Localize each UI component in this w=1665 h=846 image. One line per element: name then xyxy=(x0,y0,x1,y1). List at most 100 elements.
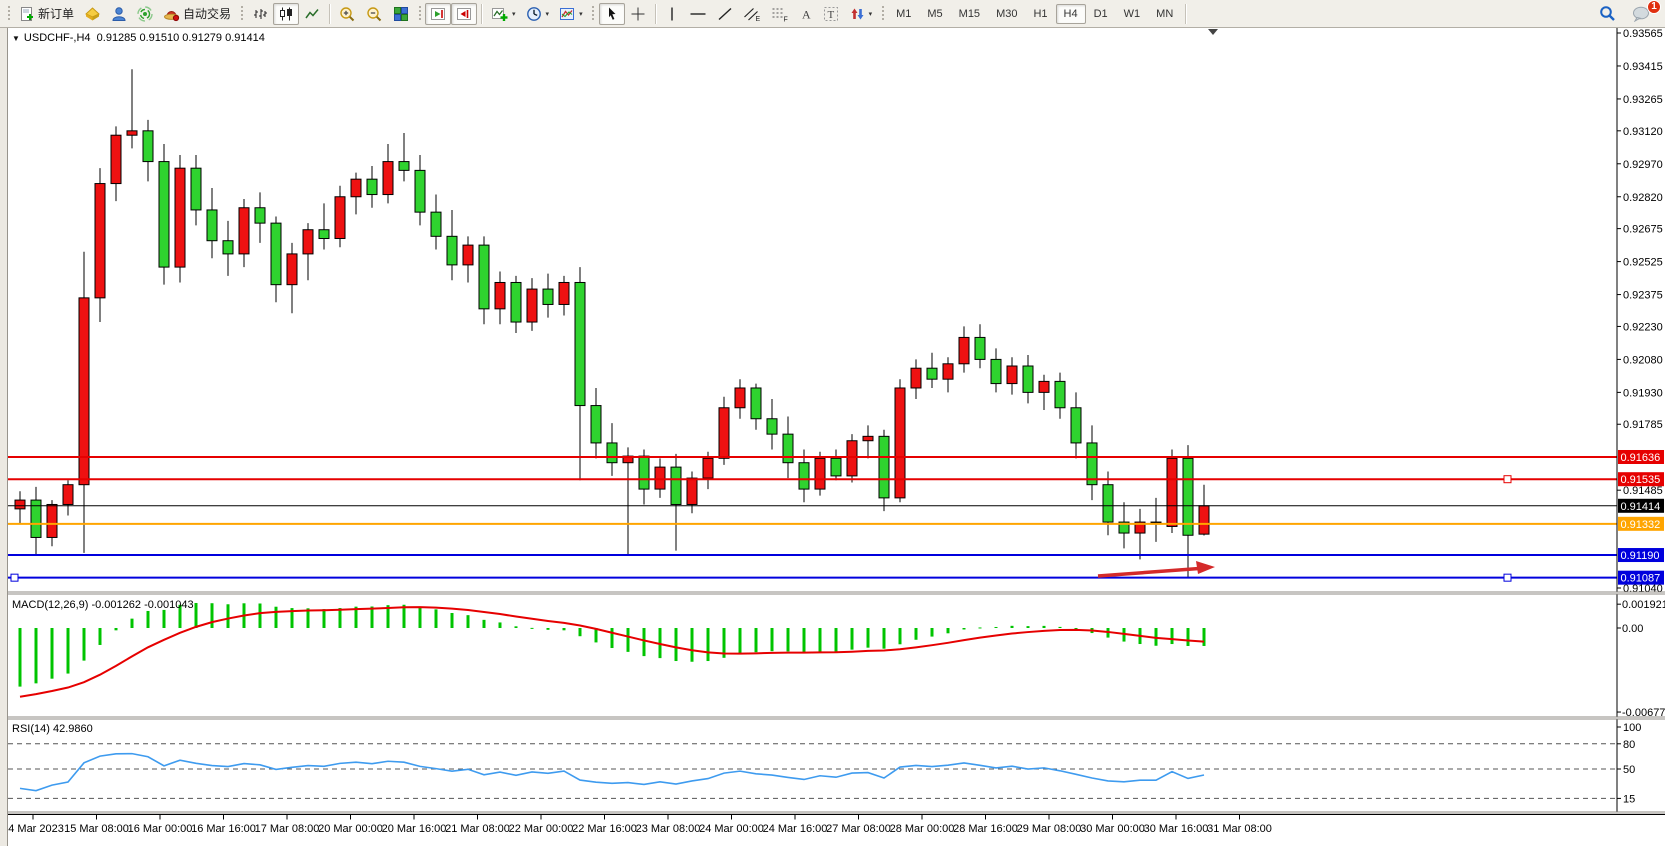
fibonacci-icon: F xyxy=(771,6,789,22)
timeframe-button-M30[interactable]: M30 xyxy=(988,4,1025,24)
notification-badge: 1 xyxy=(1647,0,1661,14)
rsi-panel[interactable]: 100805015 xyxy=(8,722,1641,805)
autotrade-label: 自动交易 xyxy=(183,5,231,22)
chart-canvas[interactable]: 0.916360.915350.914140.913320.911900.910… xyxy=(8,28,1665,846)
search-button[interactable] xyxy=(1594,3,1621,25)
svg-text:23 Mar 08:00: 23 Mar 08:00 xyxy=(636,823,701,835)
candlestick-chart-button[interactable] xyxy=(273,3,299,25)
toolbar-grip[interactable] xyxy=(6,5,11,23)
line-handle[interactable] xyxy=(1504,574,1511,581)
timeframe-button-H4[interactable]: H4 xyxy=(1056,4,1086,24)
rsi-indicator-title: RSI(14) 42.9860 xyxy=(12,723,93,735)
svg-text:22 Mar 16:00: 22 Mar 16:00 xyxy=(572,823,637,835)
add-indicator-button[interactable]: ▾ xyxy=(486,3,521,25)
svg-text:0.92375: 0.92375 xyxy=(1623,290,1663,302)
line-handle[interactable] xyxy=(11,574,18,581)
cursor-button[interactable] xyxy=(599,3,625,25)
timeframe-button-M15[interactable]: M15 xyxy=(951,4,988,24)
person-icon xyxy=(111,6,127,22)
svg-text:0.91785: 0.91785 xyxy=(1623,419,1663,431)
macd-panel[interactable]: 0.0019210.00-0.006777 xyxy=(19,599,1665,719)
arrows-tool-button[interactable]: ▾ xyxy=(844,3,878,25)
svg-text:100: 100 xyxy=(1623,722,1641,734)
new-order-button[interactable]: 新订单 xyxy=(14,3,79,25)
svg-text:0.91485: 0.91485 xyxy=(1623,485,1663,497)
promo-button[interactable] xyxy=(79,3,106,25)
signal-icon xyxy=(137,6,153,22)
candlestick-chart-icon xyxy=(278,6,294,22)
price-line-0.91332[interactable]: 0.91332 xyxy=(8,517,1664,531)
svg-text:16 Mar 00:00: 16 Mar 00:00 xyxy=(128,823,193,835)
fibonacci-tool-button[interactable]: F xyxy=(766,3,794,25)
svg-text:27 Mar 08:00: 27 Mar 08:00 xyxy=(826,823,891,835)
svg-text:0.91332: 0.91332 xyxy=(1621,519,1661,531)
window-edge xyxy=(0,28,8,846)
line-chart-button[interactable] xyxy=(299,3,325,25)
tile-windows-button[interactable] xyxy=(388,3,414,25)
timeframe-button-M1[interactable]: M1 xyxy=(888,4,919,24)
timeframe-button-H1[interactable]: H1 xyxy=(1025,4,1055,24)
svg-text:29 Mar 08:00: 29 Mar 08:00 xyxy=(1017,823,1082,835)
channel-tool-button[interactable]: E xyxy=(738,3,766,25)
templates-button[interactable]: ▾ xyxy=(554,3,588,25)
timeframe-button-W1[interactable]: W1 xyxy=(1116,4,1149,24)
toolbar-grip[interactable] xyxy=(417,5,422,23)
vertical-line-icon xyxy=(666,6,678,22)
svg-text:17 Mar 08:00: 17 Mar 08:00 xyxy=(255,823,320,835)
svg-text:28 Mar 16:00: 28 Mar 16:00 xyxy=(953,823,1018,835)
periods-button[interactable]: ▾ xyxy=(521,3,555,25)
bar-chart-icon xyxy=(252,6,268,22)
crosshair-button[interactable] xyxy=(625,3,651,25)
signals-button[interactable] xyxy=(132,3,158,25)
rsi-line xyxy=(20,754,1204,791)
svg-text:0.91414: 0.91414 xyxy=(1621,501,1661,513)
bar-chart-button[interactable] xyxy=(247,3,273,25)
toolbar-grip[interactable] xyxy=(591,5,596,23)
text-icon: A xyxy=(799,6,813,22)
time-axis[interactable]: 14 Mar 202315 Mar 08:0016 Mar 00:0016 Ma… xyxy=(8,815,1665,836)
line-handle[interactable] xyxy=(1504,476,1511,483)
zoom-in-button[interactable] xyxy=(334,3,361,25)
text-label-tool-button[interactable]: T xyxy=(818,3,844,25)
timeframe-button-D1[interactable]: D1 xyxy=(1086,4,1116,24)
price-scale[interactable]: 0.935650.934150.932650.931200.929700.928… xyxy=(1617,28,1663,815)
toolbar-grip[interactable] xyxy=(880,5,885,23)
trendline-tool-button[interactable] xyxy=(712,3,738,25)
price-line-0.91087[interactable]: 0.91087 xyxy=(8,571,1664,585)
svg-text:E: E xyxy=(755,16,760,22)
horizontal-line-tool-button[interactable] xyxy=(684,3,712,25)
svg-text:22 Mar 00:00: 22 Mar 00:00 xyxy=(509,823,574,835)
svg-text:0.91190: 0.91190 xyxy=(1621,550,1660,562)
chart-shift-marker[interactable] xyxy=(1208,29,1218,35)
price-line-0.91414[interactable]: 0.91414 xyxy=(8,499,1664,513)
toolbar-grip[interactable] xyxy=(239,5,244,23)
price-line-0.91190[interactable]: 0.91190 xyxy=(8,548,1664,562)
text-tool-button[interactable]: A xyxy=(794,3,818,25)
chevron-down-icon: ▾ xyxy=(512,10,516,18)
svg-text:15: 15 xyxy=(1623,793,1635,805)
svg-text:20 Mar 00:00: 20 Mar 00:00 xyxy=(318,823,383,835)
zoom-in-icon xyxy=(339,6,356,22)
chat-button[interactable]: 1 xyxy=(1627,3,1656,25)
new-order-label: 新订单 xyxy=(38,5,74,22)
autotrade-button[interactable]: 自动交易 xyxy=(158,3,236,25)
trend-arrow-annotation[interactable] xyxy=(1098,561,1215,576)
chart-shift-button[interactable] xyxy=(451,3,477,25)
symbol-dropdown-icon[interactable]: ▼ xyxy=(12,34,20,43)
svg-text:24 Mar 00:00: 24 Mar 00:00 xyxy=(699,823,764,835)
community-button[interactable] xyxy=(106,3,132,25)
timeframe-button-M5[interactable]: M5 xyxy=(919,4,950,24)
vertical-line-tool-button[interactable] xyxy=(660,3,684,25)
timeframe-button-MN[interactable]: MN xyxy=(1148,4,1181,24)
workspace: 0.916360.915350.914140.913320.911900.910… xyxy=(0,28,1665,846)
svg-text:0.93120: 0.93120 xyxy=(1623,126,1663,138)
svg-text:A: A xyxy=(802,7,811,21)
chart-ohlc-text: USDCHF-,H4 0.91285 0.91510 0.91279 0.914… xyxy=(24,32,265,44)
svg-text:0.93415: 0.93415 xyxy=(1623,61,1663,73)
add-indicator-icon xyxy=(491,6,508,22)
autoscroll-button[interactable] xyxy=(425,3,451,25)
horizontal-line-icon xyxy=(689,6,707,22)
chart-title: ▼ USDCHF-,H4 0.91285 0.91510 0.91279 0.9… xyxy=(12,32,265,44)
svg-text:50: 50 xyxy=(1623,764,1635,776)
zoom-out-button[interactable] xyxy=(361,3,388,25)
